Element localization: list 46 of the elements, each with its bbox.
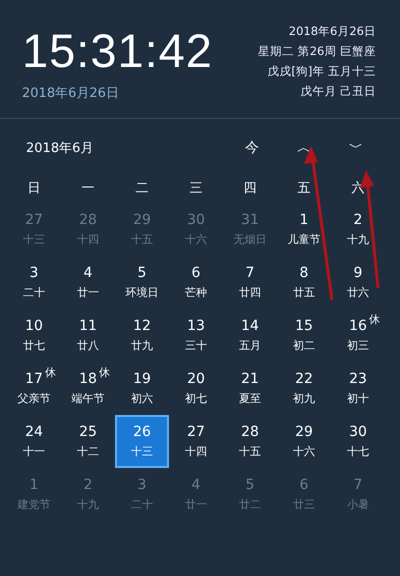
- weekday-label: 四: [242, 180, 258, 198]
- day-cell[interactable]: 21 夏至: [223, 362, 277, 415]
- holiday-label: 休: [44, 365, 56, 380]
- clock-date[interactable]: 2018年6月26日: [22, 84, 213, 102]
- weekday-label: 二: [134, 180, 150, 198]
- day-cell[interactable]: 9 廿六: [331, 256, 385, 309]
- day-cell[interactable]: 7 廿四: [223, 256, 277, 309]
- day-cell[interactable]: 24 十一: [7, 415, 61, 468]
- holiday-label: 休: [368, 312, 380, 327]
- day-cell[interactable]: 4 廿一: [61, 256, 115, 309]
- day-cell[interactable]: 12 廿九: [115, 309, 169, 362]
- day-cell[interactable]: 15 初二: [277, 309, 331, 362]
- weekday-label: 三: [188, 180, 204, 198]
- day-cell[interactable]: 2 十九: [331, 203, 385, 256]
- date-info: 2018年6月26日: [288, 24, 376, 38]
- month-title[interactable]: 2018年6月: [26, 139, 226, 157]
- day-cell[interactable]: 25 十二: [61, 415, 115, 468]
- day-cell[interactable]: 29 十六: [277, 415, 331, 468]
- day-cell[interactable]: 10 廿七: [7, 309, 61, 362]
- day-cell[interactable]: 19 初六: [115, 362, 169, 415]
- day-cell[interactable]: 26 十三: [115, 415, 169, 468]
- day-cell[interactable]: 3 二十: [7, 256, 61, 309]
- day-cell[interactable]: 6 芒种: [169, 256, 223, 309]
- weekday-label: 五: [296, 180, 312, 198]
- day-cell[interactable]: 8 廿五: [277, 256, 331, 309]
- day-cell[interactable]: 30 十七: [331, 415, 385, 468]
- date-info: 戊午月 己丑日: [300, 84, 376, 98]
- previous-month-button[interactable]: ︿: [278, 135, 330, 161]
- today-button[interactable]: 今: [226, 135, 278, 161]
- day-cell[interactable]: 20 初七: [169, 362, 223, 415]
- day-cell[interactable]: 13 三十: [169, 309, 223, 362]
- day-cell[interactable]: 28 十五: [223, 415, 277, 468]
- day-cell[interactable]: 27 十四: [169, 415, 223, 468]
- weekday-label: 一: [80, 180, 96, 198]
- day-cell[interactable]: 22 初九: [277, 362, 331, 415]
- day-cell[interactable]: 5 环境日: [115, 256, 169, 309]
- day-cell[interactable]: 14 五月: [223, 309, 277, 362]
- weekday-label: 日: [26, 180, 42, 198]
- day-cell[interactable]: 23 初十: [331, 362, 385, 415]
- day-cell[interactable]: 11 廿八: [61, 309, 115, 362]
- date-info: 戊戌[狗]年 五月十三: [267, 64, 376, 78]
- date-info: 星期二 第26周 巨蟹座: [258, 44, 376, 58]
- clock-time: 15:31:42: [22, 26, 213, 76]
- next-month-button[interactable]: ﹀: [330, 135, 382, 161]
- holiday-label: 休: [98, 365, 110, 380]
- day-cell[interactable]: 1 儿童节: [277, 203, 331, 256]
